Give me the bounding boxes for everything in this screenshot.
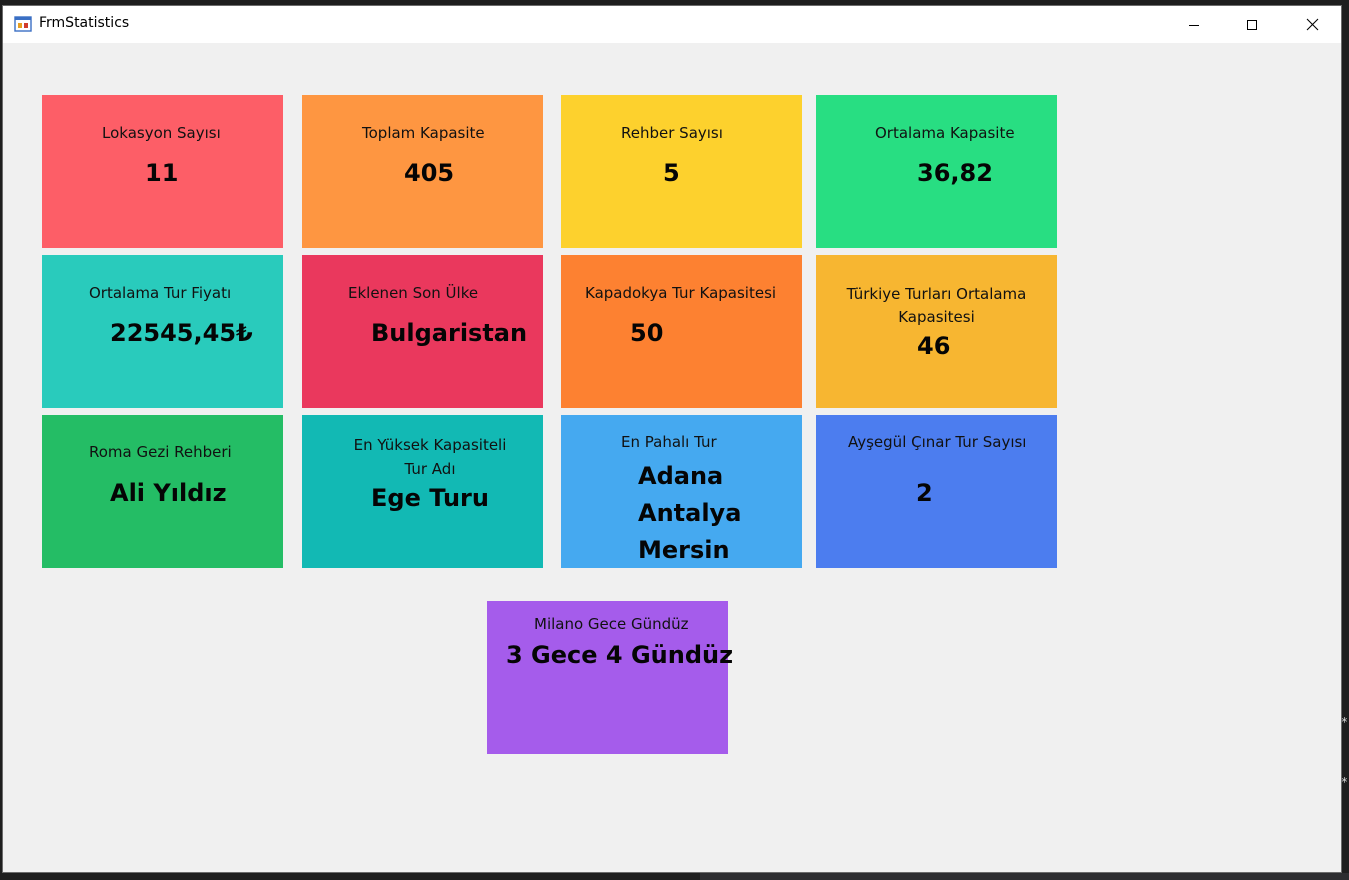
card-label: Ortalama Kapasite — [875, 124, 1015, 142]
close-icon — [1306, 18, 1318, 31]
card-roma-gezi-rehberi: Roma Gezi Rehberi Ali Yıldız — [42, 415, 283, 568]
card-value: 46 — [917, 332, 951, 360]
ide-background-right: * * — [1341, 0, 1349, 880]
card-value: 405 — [404, 159, 455, 187]
card-turkiye-turlari-ortalama-kapasitesi: Türkiye Turları Ortalama Kapasitesi 46 — [816, 255, 1057, 408]
card-label: Ortalama Tur Fiyatı — [89, 284, 232, 302]
card-label: Türkiye Turları Ortalama Kapasitesi — [816, 283, 1057, 329]
maximize-icon — [1247, 19, 1257, 30]
card-label: Rehber Sayısı — [621, 124, 723, 142]
card-rehber-sayisi: Rehber Sayısı 5 — [561, 95, 802, 248]
winforms-app-icon — [14, 16, 32, 32]
card-label: Roma Gezi Rehberi — [89, 443, 232, 461]
card-label: Eklenen Son Ülke — [348, 284, 479, 302]
card-label: En Pahalı Tur — [621, 433, 717, 451]
card-en-pahali-tur: En Pahalı Tur Adana Antalya Mersin — [561, 415, 802, 568]
card-value: 3 Gece 4 Gündüz — [506, 641, 734, 669]
card-label: Lokasyon Sayısı — [102, 124, 221, 142]
card-value: 2 — [916, 479, 933, 507]
window-title: FrmStatistics — [39, 15, 130, 31]
card-value: Adana Antalya Mersin — [638, 458, 741, 569]
card-value: 11 — [145, 159, 179, 187]
card-kapadokya-tur-kapasitesi: Kapadokya Tur Kapasitesi 50 — [561, 255, 802, 408]
card-label-line: En Yüksek Kapasiteli — [353, 436, 507, 454]
card-value: Bulgaristan — [371, 319, 528, 347]
card-label: Toplam Kapasite — [362, 124, 485, 142]
card-value: Ege Turu — [371, 484, 489, 512]
card-aysegul-cinar-tur-sayisi: Ayşegül Çınar Tur Sayısı 2 — [816, 415, 1057, 568]
card-value: Ali Yıldız — [110, 479, 227, 507]
card-value-line: Mersin — [638, 536, 730, 564]
card-value: 50 — [630, 319, 664, 347]
card-label-line: Tur Adı — [404, 460, 456, 478]
title-bar[interactable]: FrmStatistics — [3, 6, 1341, 43]
minimize-button[interactable] — [1165, 6, 1223, 43]
card-eklenen-son-ulke: Eklenen Son Ülke Bulgaristan — [302, 255, 543, 408]
card-label: Kapadokya Tur Kapasitesi — [585, 284, 777, 302]
card-value: 36,82 — [917, 159, 993, 187]
card-toplam-kapasite: Toplam Kapasite 405 — [302, 95, 543, 248]
card-ortalama-kapasite: Ortalama Kapasite 36,82 — [816, 95, 1057, 248]
frm-statistics-window: FrmStatistics Lokasyon Sayısı 11 Toplam … — [2, 5, 1342, 873]
ide-tool-tabs-strip — [700, 873, 1349, 880]
card-label-line: Türkiye Turları Ortalama — [846, 285, 1027, 303]
card-label: En Yüksek Kapasiteli Tur Adı — [302, 433, 558, 481]
close-button[interactable] — [1283, 6, 1341, 43]
maximize-button[interactable] — [1223, 6, 1281, 43]
card-value: 5 — [663, 159, 680, 187]
card-value-line: Antalya — [638, 499, 742, 527]
card-lokasyon-sayisi: Lokasyon Sayısı 11 — [42, 95, 283, 248]
card-value-line: Adana — [638, 462, 724, 490]
card-label: Milano Gece Gündüz — [534, 615, 689, 633]
card-label: Ayşegül Çınar Tur Sayısı — [848, 433, 1027, 451]
card-milano-gece-gunduz: Milano Gece Gündüz 3 Gece 4 Gündüz — [487, 601, 733, 754]
minimize-icon — [1189, 24, 1199, 26]
card-value: 22545,45₺ — [110, 319, 253, 347]
card-ortalama-tur-fiyati: Ortalama Tur Fiyatı 22545,45₺ — [42, 255, 283, 408]
card-en-yuksek-kapasiteli-tur-adi: En Yüksek Kapasiteli Tur Adı Ege Turu — [302, 415, 543, 568]
card-label-line: Kapasitesi — [898, 308, 975, 326]
